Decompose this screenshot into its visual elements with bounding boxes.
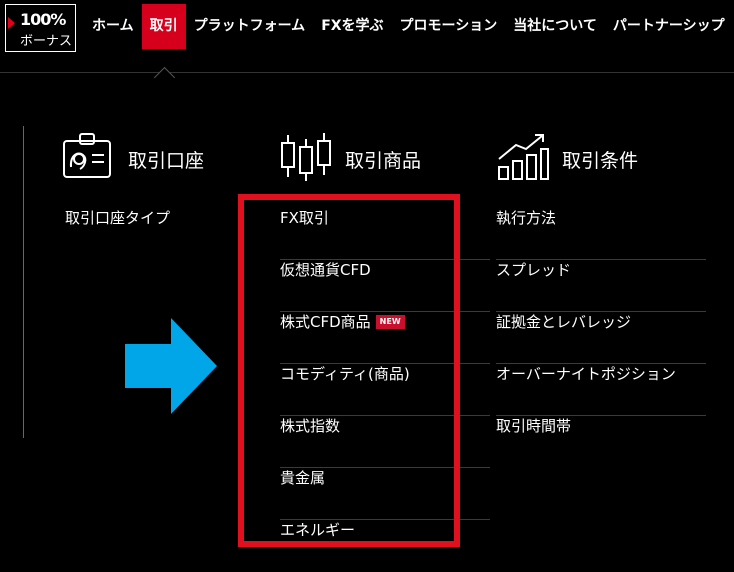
link-overnight-positions[interactable]: オーバーナイトポジション [496, 364, 706, 416]
link-trading-hours[interactable]: 取引時間帯 [496, 416, 706, 468]
nav-item-trading[interactable]: 取引 [141, 4, 186, 49]
main-nav: ホーム 取引 プラットフォーム FXを学ぶ プロモーション 当社について パート… [84, 4, 733, 49]
growth-chart-icon [498, 134, 549, 180]
bonus-label: ボーナス [20, 34, 73, 49]
menu-title-accounts: 取引口座 [128, 150, 205, 172]
link-execution-method[interactable]: 執行方法 [496, 208, 706, 260]
bonus-percent: 100% [20, 10, 66, 29]
id-card-icon [63, 133, 111, 178]
nav-item-learn-fx[interactable]: FXを学ぶ [313, 4, 391, 49]
menu-links-conditions: 執行方法 スプレッド 証拠金とレバレッジ オーバーナイトポジション 取引時間帯 [496, 208, 706, 468]
candlestick-icon [281, 133, 331, 181]
menu-title-products: 取引商品 [345, 150, 422, 172]
nav-item-platform[interactable]: プラットフォーム [186, 4, 314, 49]
blue-arrow-icon [125, 318, 217, 414]
play-triangle-icon [8, 17, 15, 29]
nav-item-promotions[interactable]: プロモーション [392, 4, 506, 49]
link-margin-leverage[interactable]: 証拠金とレバレッジ [496, 312, 706, 364]
top-navigation-bar: 100% ボーナス ホーム 取引 プラットフォーム FXを学ぶ プロモーション … [0, 0, 734, 73]
menu-title-conditions: 取引条件 [562, 150, 639, 172]
nav-item-home[interactable]: ホーム [84, 4, 142, 49]
highlight-box [238, 194, 460, 547]
link-spreads[interactable]: スプレッド [496, 260, 706, 312]
menu-divider [23, 126, 24, 438]
nav-item-about[interactable]: 当社について [505, 4, 605, 49]
bonus-banner[interactable]: 100% ボーナス [5, 4, 76, 52]
nav-item-partnership[interactable]: パートナーシップ [605, 4, 733, 49]
